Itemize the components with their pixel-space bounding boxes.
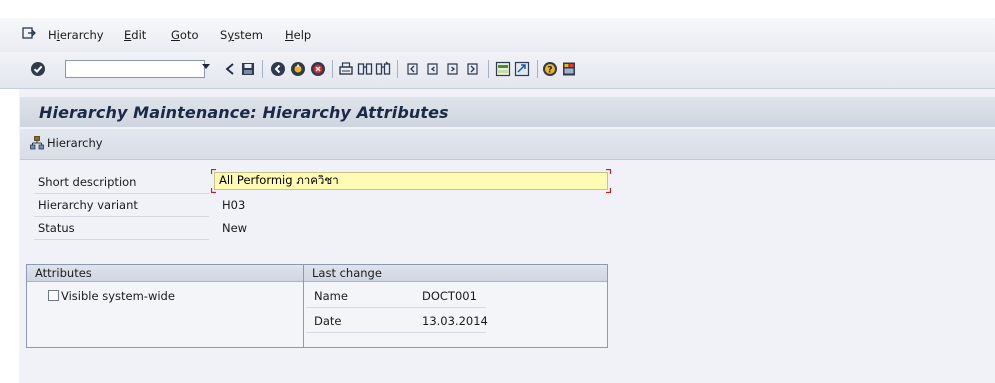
last-change-group-title: Last change (312, 266, 382, 280)
print-icon[interactable] (338, 61, 354, 77)
required-corner-marker (606, 188, 611, 193)
create-session-icon[interactable] (495, 61, 511, 77)
window-top-strip (0, 0, 995, 18)
required-corner-marker (211, 169, 216, 174)
field-underline (306, 332, 486, 333)
save-icon[interactable] (240, 61, 256, 77)
required-corner-marker (606, 169, 611, 174)
last-change-date-label: Date (314, 314, 342, 328)
last-change-date-value: 13.03.2014 (422, 314, 488, 328)
field-underline (34, 193, 209, 194)
back-arrow-icon[interactable] (222, 61, 238, 77)
last-change-name-value: DOCT001 (422, 289, 477, 303)
find-icon[interactable] (357, 61, 373, 77)
field-underline (34, 216, 209, 217)
hierarchy-variant-label: Hierarchy variant (38, 198, 138, 212)
svg-text:?: ? (547, 66, 552, 76)
visible-system-wide-checkbox[interactable] (48, 290, 59, 301)
back-icon[interactable] (270, 61, 286, 77)
next-page-icon[interactable] (445, 61, 461, 77)
last-change-name-label: Name (314, 289, 348, 303)
hierarchy-icon (30, 136, 44, 150)
menu-exit-icon[interactable] (22, 27, 36, 39)
toolbar-separator (488, 60, 489, 78)
menu-goto[interactable]: Goto (171, 28, 199, 42)
attributes-group-title: Attributes (35, 266, 92, 280)
command-field-dropdown-icon[interactable] (202, 64, 210, 69)
application-toolbar (20, 129, 995, 160)
toolbar-separator (332, 60, 333, 78)
field-underline (34, 239, 209, 240)
hierarchy-variant-value: H03 (222, 198, 246, 212)
menu-bar (0, 18, 995, 52)
toolbar-separator (397, 60, 398, 78)
attributes-group: Attributes (26, 264, 304, 348)
status-value: New (222, 221, 248, 235)
last-page-icon[interactable] (465, 61, 481, 77)
exit-icon[interactable] (290, 61, 306, 77)
content-left-edge (8, 89, 19, 383)
menu-edit[interactable]: Edit (124, 28, 146, 42)
menu-system[interactable]: System (220, 28, 263, 42)
visible-system-wide-label[interactable]: Visible system-wide (61, 289, 175, 303)
required-corner-marker (211, 188, 216, 193)
toolbar-separator (262, 60, 263, 78)
layout-menu-icon[interactable] (561, 61, 577, 77)
menu-help[interactable]: Help (285, 28, 311, 42)
help-icon[interactable]: ? (542, 61, 558, 77)
short-description-input[interactable] (214, 172, 608, 190)
first-page-icon[interactable] (405, 61, 421, 77)
field-underline (306, 307, 486, 308)
last-change-group: Last change (303, 264, 608, 348)
previous-page-icon[interactable] (425, 61, 441, 77)
find-next-icon[interactable] (375, 61, 391, 77)
short-description-label: Short description (38, 175, 137, 189)
hierarchy-button-label: Hierarchy (47, 136, 103, 150)
enter-check-icon[interactable] (30, 61, 46, 77)
command-field[interactable] (65, 60, 205, 78)
menu-hierarchy[interactable]: Hierarchy (48, 28, 104, 42)
status-label: Status (38, 221, 75, 235)
cancel-icon[interactable] (310, 61, 326, 77)
toolbar-separator (537, 60, 538, 78)
page-title: Hierarchy Maintenance: Hierarchy Attribu… (39, 103, 449, 122)
attributes-group-header: Attributes (27, 265, 303, 282)
last-change-group-header: Last change (304, 265, 607, 282)
shortcut-icon[interactable] (514, 61, 530, 77)
